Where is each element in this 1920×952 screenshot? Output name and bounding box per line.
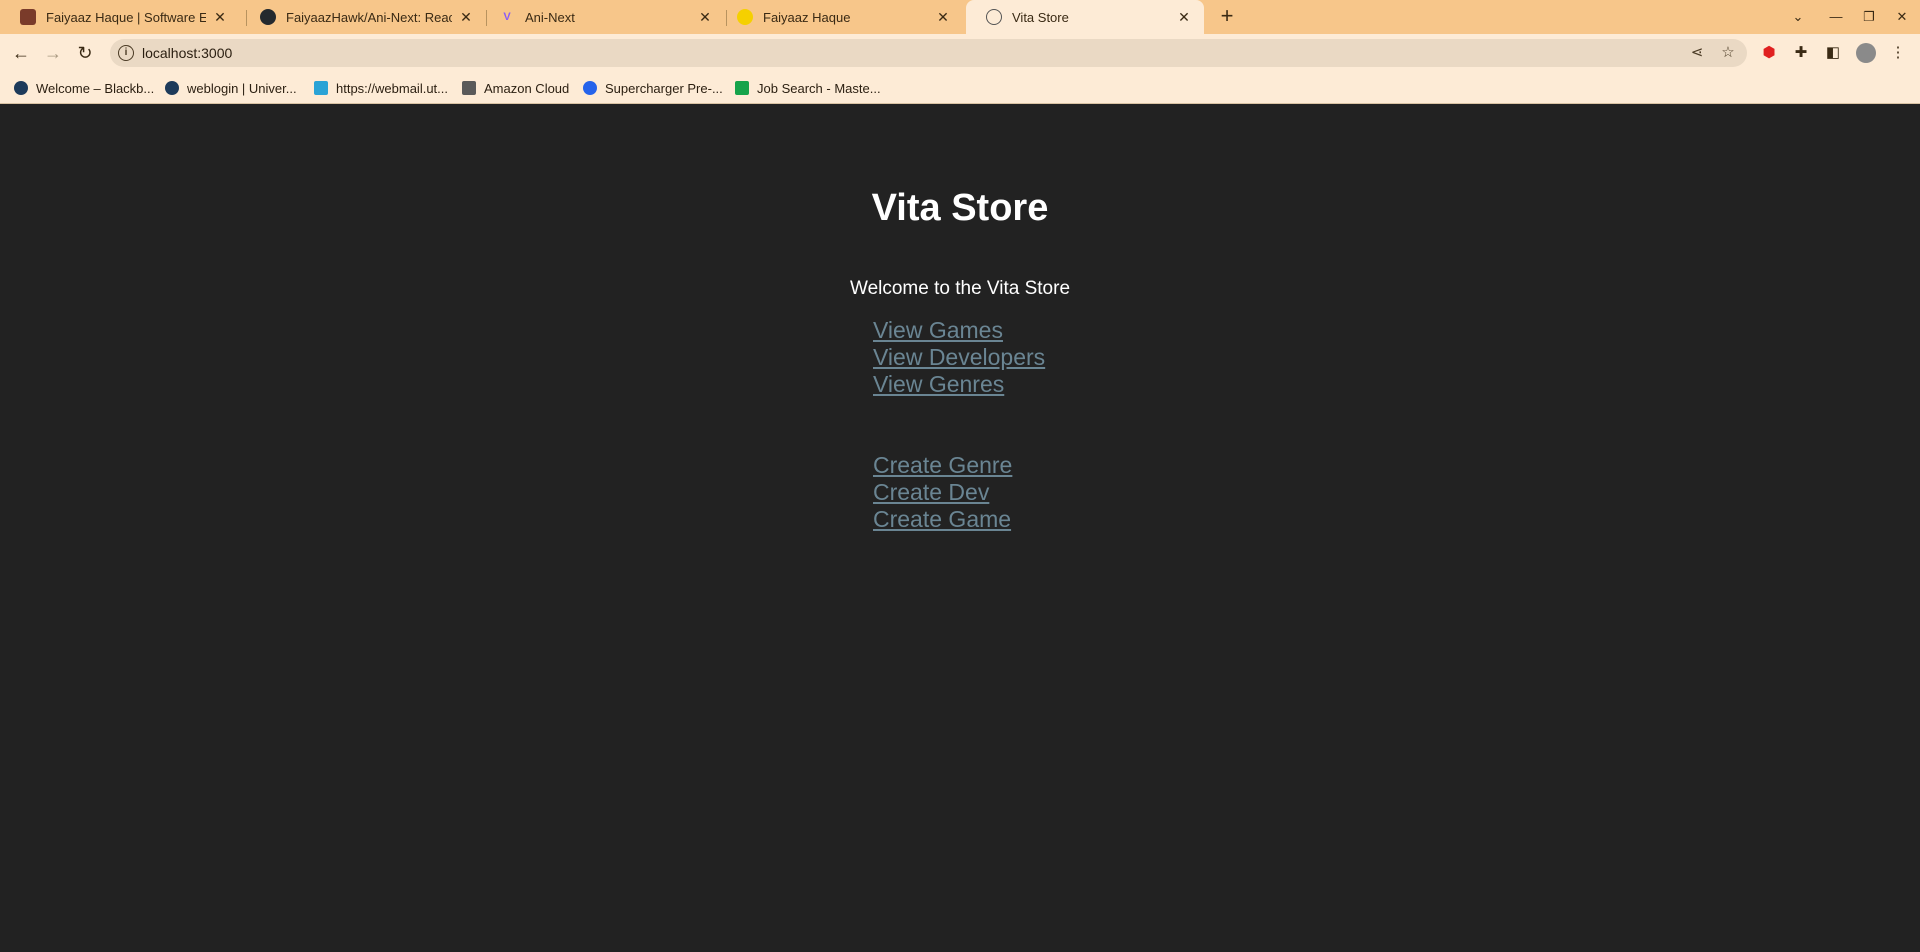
google-sheets-icon bbox=[735, 81, 749, 95]
browser-toolbar: ← → ↻ i localhost:3000 ⋖ ☆ ⬢ ✚ ◧ ⋮ bbox=[0, 34, 1920, 72]
close-tab-icon[interactable]: ✕ bbox=[458, 9, 474, 25]
bookmark-item[interactable]: Job Search - Maste... bbox=[735, 79, 881, 97]
back-icon[interactable]: ← bbox=[9, 41, 33, 65]
bookmark-item[interactable]: Welcome – Blackb... bbox=[14, 79, 154, 97]
minimize-icon[interactable]: — bbox=[1824, 6, 1848, 28]
bookmark-label: Amazon Cloud bbox=[484, 80, 570, 96]
bookmark-star-icon[interactable]: ☆ bbox=[1718, 43, 1738, 63]
view-genres-link[interactable]: View Genres bbox=[873, 371, 1045, 398]
restore-icon[interactable]: ❐ bbox=[1857, 6, 1881, 28]
new-tab-button[interactable]: + bbox=[1214, 4, 1240, 30]
bookmark-label: https://webmail.ut... bbox=[336, 80, 448, 96]
bookmark-label: Job Search - Maste... bbox=[757, 80, 881, 96]
github-icon bbox=[260, 9, 276, 25]
close-window-icon[interactable]: ✕ bbox=[1890, 6, 1914, 28]
forward-icon[interactable]: → bbox=[41, 41, 65, 65]
ut-tower-icon bbox=[165, 81, 179, 95]
share-icon[interactable]: ⋖ bbox=[1687, 43, 1707, 63]
globe-icon bbox=[986, 9, 1002, 25]
tab-portfolio[interactable]: Faiyaaz Haque | Software Engi ✕ bbox=[0, 0, 240, 34]
tab-search-icon[interactable]: ⌄ bbox=[1786, 6, 1810, 28]
bookmark-folder[interactable]: Amazon Cloud bbox=[462, 79, 569, 97]
bookmark-label: Supercharger Pre-... bbox=[605, 80, 723, 96]
page-content: Vita Store Welcome to the Vita Store Vie… bbox=[0, 105, 1920, 952]
bookmark-item[interactable]: https://webmail.ut... bbox=[314, 79, 448, 97]
create-links-list: Create Genre Create Dev Create Game bbox=[873, 452, 1012, 533]
folder-icon bbox=[462, 81, 476, 95]
supercharger-icon bbox=[583, 81, 597, 95]
address-bar[interactable]: i localhost:3000 ⋖ ☆ bbox=[110, 39, 1747, 67]
tab-vita-store[interactable]: Vita Store ✕ bbox=[966, 0, 1204, 34]
close-tab-icon[interactable]: ✕ bbox=[697, 9, 713, 25]
tab-title: Faiyaaz Haque | Software Engi bbox=[46, 9, 206, 25]
create-genre-link[interactable]: Create Genre bbox=[873, 452, 1012, 479]
vite-icon: V bbox=[503, 11, 511, 23]
url-text[interactable]: localhost:3000 bbox=[142, 39, 232, 67]
ut-tower-icon bbox=[14, 81, 28, 95]
adblock-extension-icon[interactable]: ⬢ bbox=[1759, 43, 1779, 63]
create-game-link[interactable]: Create Game bbox=[873, 506, 1012, 533]
tab-strip: Faiyaaz Haque | Software Engi ✕ FaiyaazH… bbox=[0, 0, 1920, 34]
extensions-puzzle-icon[interactable]: ✚ bbox=[1791, 43, 1811, 63]
tab-title: Vita Store bbox=[1012, 9, 1069, 25]
view-developers-link[interactable]: View Developers bbox=[873, 344, 1045, 371]
tab-faiyaaz[interactable]: Faiyaaz Haque ✕ bbox=[717, 0, 963, 34]
close-tab-icon[interactable]: ✕ bbox=[212, 9, 228, 25]
tab-github[interactable]: FaiyaazHawk/Ani-Next: React fr ✕ bbox=[240, 0, 486, 34]
tab-title: Faiyaaz Haque bbox=[763, 9, 851, 25]
bookmark-label: weblogin | Univer... bbox=[187, 80, 297, 96]
profile-avatar-icon[interactable] bbox=[1856, 43, 1876, 63]
portfolio-favicon-icon bbox=[20, 9, 36, 25]
welcome-text: Welcome to the Vita Store bbox=[849, 278, 1071, 299]
page-title: Vita Store bbox=[871, 187, 1049, 229]
bookmark-label: Welcome – Blackb... bbox=[36, 80, 155, 96]
close-tab-icon[interactable]: ✕ bbox=[1176, 9, 1192, 25]
bookmark-item[interactable]: weblogin | Univer... bbox=[165, 79, 297, 97]
menu-kebab-icon[interactable]: ⋮ bbox=[1888, 43, 1908, 63]
close-tab-icon[interactable]: ✕ bbox=[935, 9, 951, 25]
view-links-list: View Games View Developers View Genres bbox=[873, 317, 1045, 398]
side-panel-icon[interactable]: ◧ bbox=[1823, 43, 1843, 63]
create-dev-link[interactable]: Create Dev bbox=[873, 479, 1012, 506]
sunglasses-emoji-icon bbox=[737, 9, 753, 25]
tab-ani-next[interactable]: V Ani-Next ✕ bbox=[479, 0, 725, 34]
bookmark-item[interactable]: Supercharger Pre-... bbox=[583, 79, 723, 97]
tab-title: FaiyaazHawk/Ani-Next: React fr bbox=[286, 9, 452, 25]
webmail-tree-icon bbox=[314, 81, 328, 95]
view-games-link[interactable]: View Games bbox=[873, 317, 1045, 344]
site-info-icon[interactable]: i bbox=[118, 45, 134, 61]
reload-icon[interactable]: ↻ bbox=[73, 41, 97, 65]
tab-title: Ani-Next bbox=[525, 9, 575, 25]
bookmarks-bar: Welcome – Blackb... weblogin | Univer...… bbox=[0, 72, 1920, 104]
